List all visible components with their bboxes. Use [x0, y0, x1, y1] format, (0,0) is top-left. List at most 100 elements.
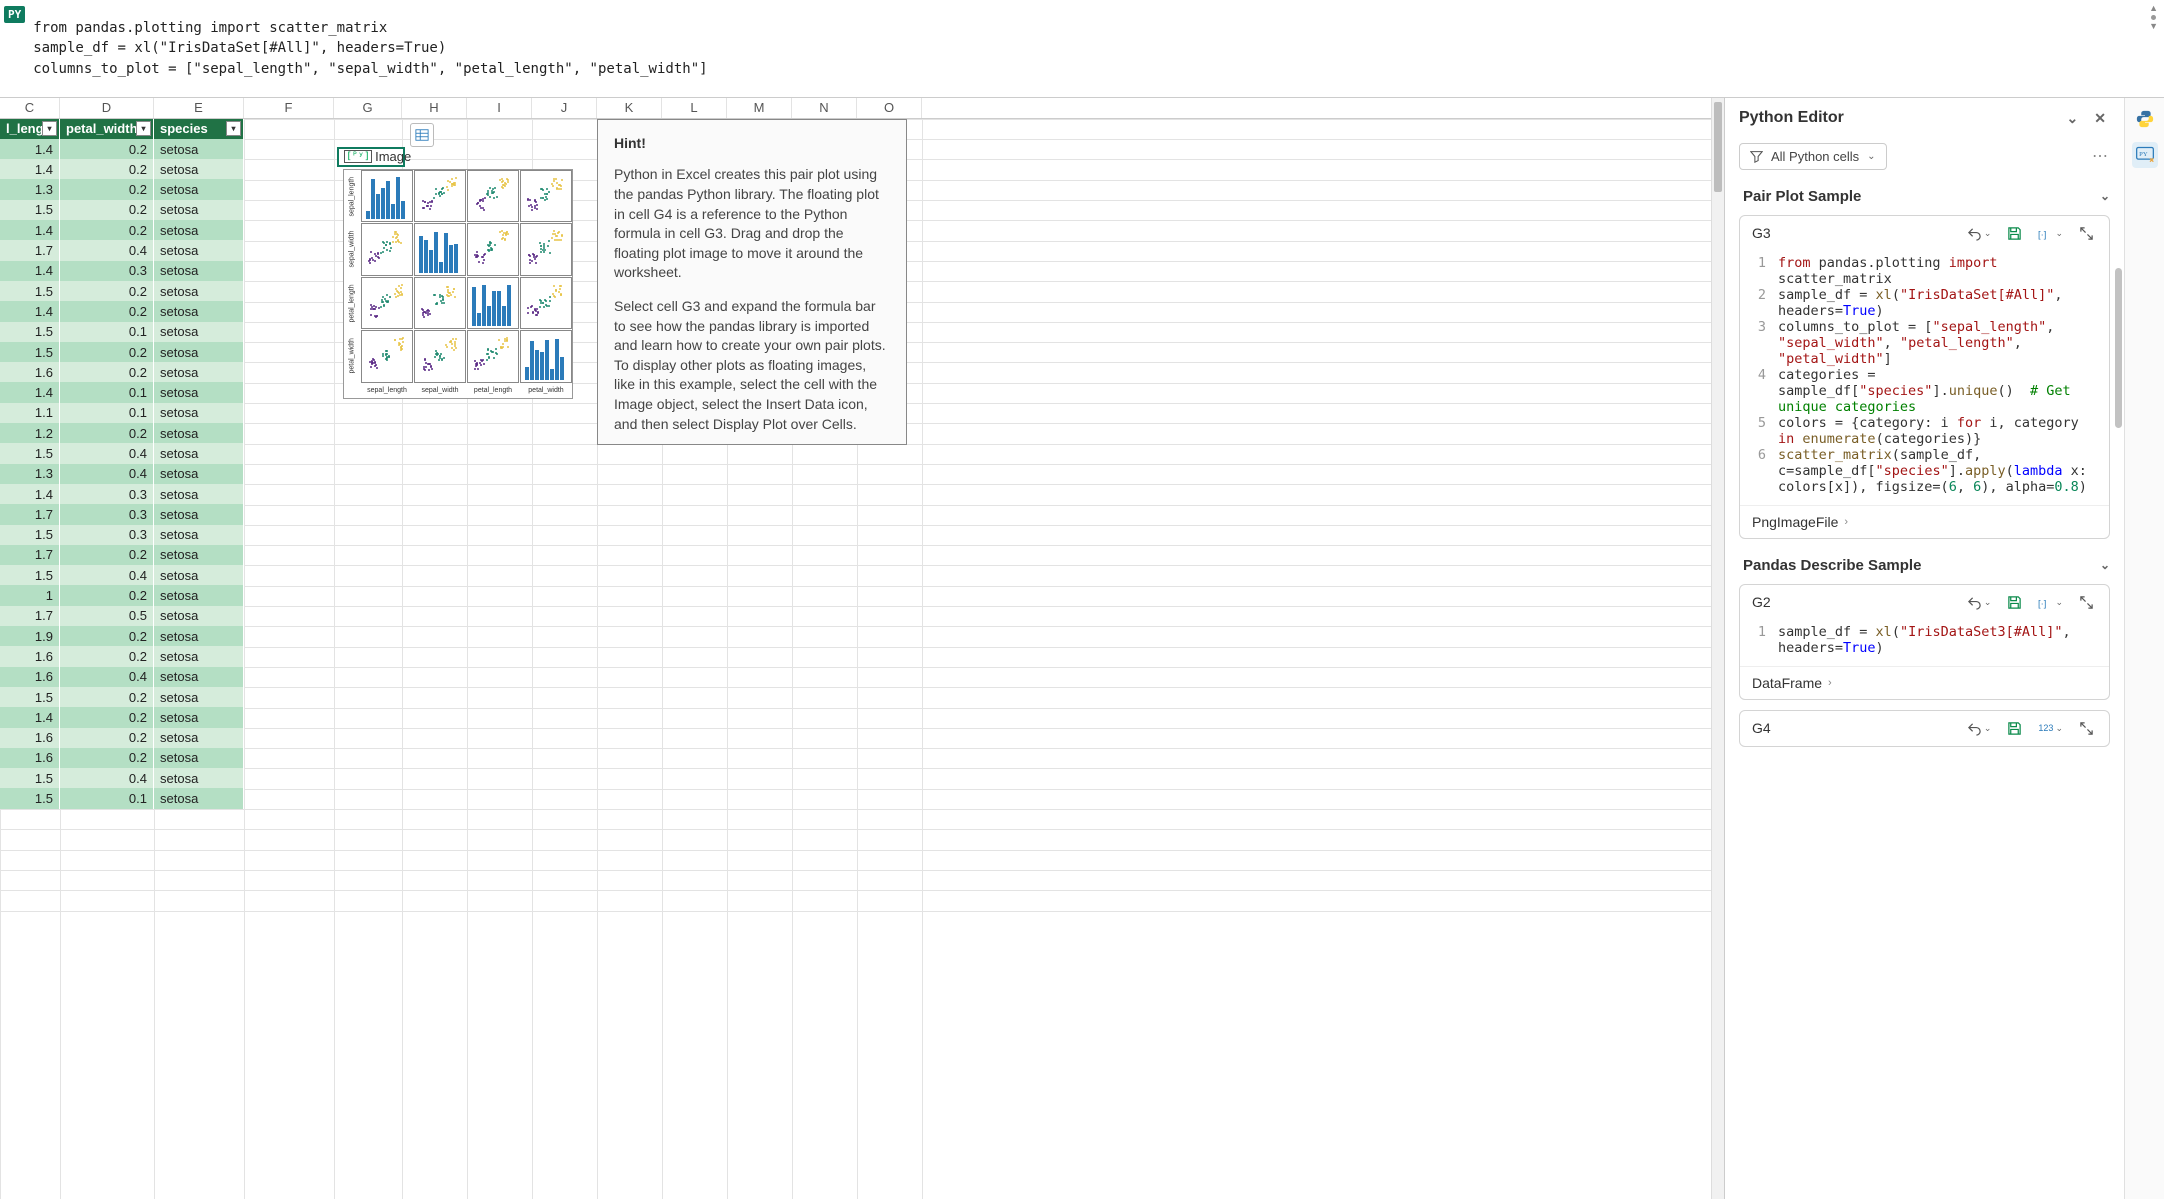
collapse-panel-button[interactable]: ⌄ — [2063, 108, 2083, 129]
table-cell[interactable]: 1.6 — [0, 646, 60, 666]
table-cell[interactable]: setosa — [154, 606, 244, 626]
column-headers[interactable]: CDEFGHIJKLMNO — [0, 98, 1711, 119]
table-cell[interactable]: setosa — [154, 342, 244, 362]
table-cell[interactable]: 0.1 — [60, 788, 154, 808]
table-header[interactable]: l_lengt▾ — [0, 119, 60, 139]
table-row[interactable]: 1.50.3setosa — [0, 525, 244, 545]
table-cell[interactable]: 1 — [0, 585, 60, 605]
table-row[interactable]: 1.60.2setosa — [0, 362, 244, 382]
table-cell[interactable]: 1.4 — [0, 220, 60, 240]
table-cell[interactable]: 0.2 — [60, 362, 154, 382]
table-cell[interactable]: 0.2 — [60, 748, 154, 768]
table-cell[interactable]: setosa — [154, 748, 244, 768]
table-cell[interactable]: 1.5 — [0, 200, 60, 220]
table-row[interactable]: 1.50.2setosa — [0, 281, 244, 301]
table-cell[interactable]: 1.7 — [0, 240, 60, 260]
table-cell[interactable]: setosa — [154, 504, 244, 524]
insert-data-button[interactable] — [410, 123, 434, 147]
table-cell[interactable]: 0.3 — [60, 484, 154, 504]
table-cell[interactable]: 1.7 — [0, 606, 60, 626]
save-button[interactable] — [2004, 224, 2025, 243]
table-cell[interactable]: 1.5 — [0, 768, 60, 788]
table-cell[interactable]: 1.4 — [0, 484, 60, 504]
worksheet[interactable]: CDEFGHIJKLMNO l_lengt▾petal_width▾specie… — [0, 98, 1711, 1199]
table-row[interactable]: 1.60.2setosa — [0, 646, 244, 666]
table-row[interactable]: 1.90.2setosa — [0, 626, 244, 646]
column-header-c[interactable]: C — [0, 98, 60, 118]
table-cell[interactable]: 0.2 — [60, 281, 154, 301]
table-cell[interactable]: setosa — [154, 403, 244, 423]
table-cell[interactable]: 0.2 — [60, 179, 154, 199]
save-button[interactable] — [2004, 719, 2025, 738]
table-cell[interactable]: 0.4 — [60, 464, 154, 484]
table-cell[interactable]: 0.1 — [60, 322, 154, 342]
section-collapse-button[interactable]: ⌄ — [2100, 189, 2110, 203]
table-row[interactable]: 1.40.1setosa — [0, 382, 244, 402]
table-row[interactable]: 1.40.2setosa — [0, 301, 244, 321]
table-cell[interactable]: 0.2 — [60, 646, 154, 666]
table-cell[interactable]: 1.2 — [0, 423, 60, 443]
column-header-m[interactable]: M — [727, 98, 792, 118]
table-cell[interactable]: setosa — [154, 545, 244, 565]
table-cell[interactable]: 0.2 — [60, 301, 154, 321]
table-cell[interactable]: setosa — [154, 464, 244, 484]
table-cell[interactable]: 1.4 — [0, 382, 60, 402]
table-cell[interactable]: setosa — [154, 240, 244, 260]
table-cell[interactable]: 1.4 — [0, 139, 60, 159]
table-cell[interactable]: 0.4 — [60, 565, 154, 585]
table-cell[interactable]: setosa — [154, 646, 244, 666]
column-header-f[interactable]: F — [244, 98, 334, 118]
filter-dropdown[interactable]: All Python cells ⌄ — [1739, 143, 1887, 170]
filter-icon[interactable]: ▾ — [42, 121, 57, 136]
table-cell[interactable]: setosa — [154, 261, 244, 281]
table-row[interactable]: 1.10.1setosa — [0, 403, 244, 423]
column-header-o[interactable]: O — [857, 98, 922, 118]
table-row[interactable]: 1.60.4setosa — [0, 667, 244, 687]
table-cell[interactable]: setosa — [154, 443, 244, 463]
table-row[interactable]: 1.20.2setosa — [0, 423, 244, 443]
vertical-scrollbar[interactable] — [1711, 98, 1724, 1199]
column-header-e[interactable]: E — [154, 98, 244, 118]
table-cell[interactable]: setosa — [154, 525, 244, 545]
table-header[interactable]: species▾ — [154, 119, 244, 139]
table-cell[interactable]: 1.7 — [0, 504, 60, 524]
table-cell[interactable]: 0.2 — [60, 687, 154, 707]
table-cell[interactable]: setosa — [154, 788, 244, 808]
table-cell[interactable]: setosa — [154, 667, 244, 687]
table-cell[interactable]: 1.6 — [0, 362, 60, 382]
output-link-g3[interactable]: PngImageFile › — [1740, 505, 2109, 538]
table-cell[interactable]: 0.1 — [60, 403, 154, 423]
expand-button[interactable] — [2076, 224, 2097, 243]
scrollbar-thumb[interactable] — [1714, 102, 1722, 192]
section-collapse-button[interactable]: ⌄ — [2100, 558, 2110, 572]
table-cell[interactable]: 0.2 — [60, 139, 154, 159]
undo-button[interactable]: ⌄ — [1964, 593, 1995, 612]
expand-button[interactable] — [2076, 719, 2097, 738]
save-button[interactable] — [2004, 593, 2025, 612]
table-row[interactable]: 1.70.5setosa — [0, 606, 244, 626]
table-cell[interactable]: 0.3 — [60, 261, 154, 281]
python-editor-ribbon-icon[interactable]: PY — [2132, 142, 2158, 168]
table-cell[interactable]: setosa — [154, 322, 244, 342]
table-cell[interactable]: setosa — [154, 687, 244, 707]
column-header-n[interactable]: N — [792, 98, 857, 118]
table-row[interactable]: 1.40.3setosa — [0, 261, 244, 281]
table-cell[interactable]: 1.4 — [0, 301, 60, 321]
table-cell[interactable]: 0.3 — [60, 504, 154, 524]
table-cell[interactable]: 1.4 — [0, 707, 60, 727]
table-cell[interactable]: 1.5 — [0, 565, 60, 585]
table-row[interactable]: 1.50.4setosa — [0, 565, 244, 585]
table-cell[interactable]: 1.5 — [0, 687, 60, 707]
table-cell[interactable]: 1.4 — [0, 159, 60, 179]
output-link-g2[interactable]: DataFrame › — [1740, 666, 2109, 699]
table-cell[interactable]: 1.5 — [0, 443, 60, 463]
table-cell[interactable]: 0.2 — [60, 342, 154, 362]
table-cell[interactable]: setosa — [154, 382, 244, 402]
table-row[interactable]: 1.60.2setosa — [0, 748, 244, 768]
column-header-h[interactable]: H — [402, 98, 467, 118]
data-table[interactable]: l_lengt▾petal_width▾species▾1.40.2setosa… — [0, 119, 244, 809]
output-type-button[interactable]: 123⌄ — [2035, 721, 2066, 736]
table-cell[interactable]: setosa — [154, 159, 244, 179]
filter-icon[interactable]: ▾ — [226, 121, 241, 136]
undo-button[interactable]: ⌄ — [1964, 224, 1995, 243]
